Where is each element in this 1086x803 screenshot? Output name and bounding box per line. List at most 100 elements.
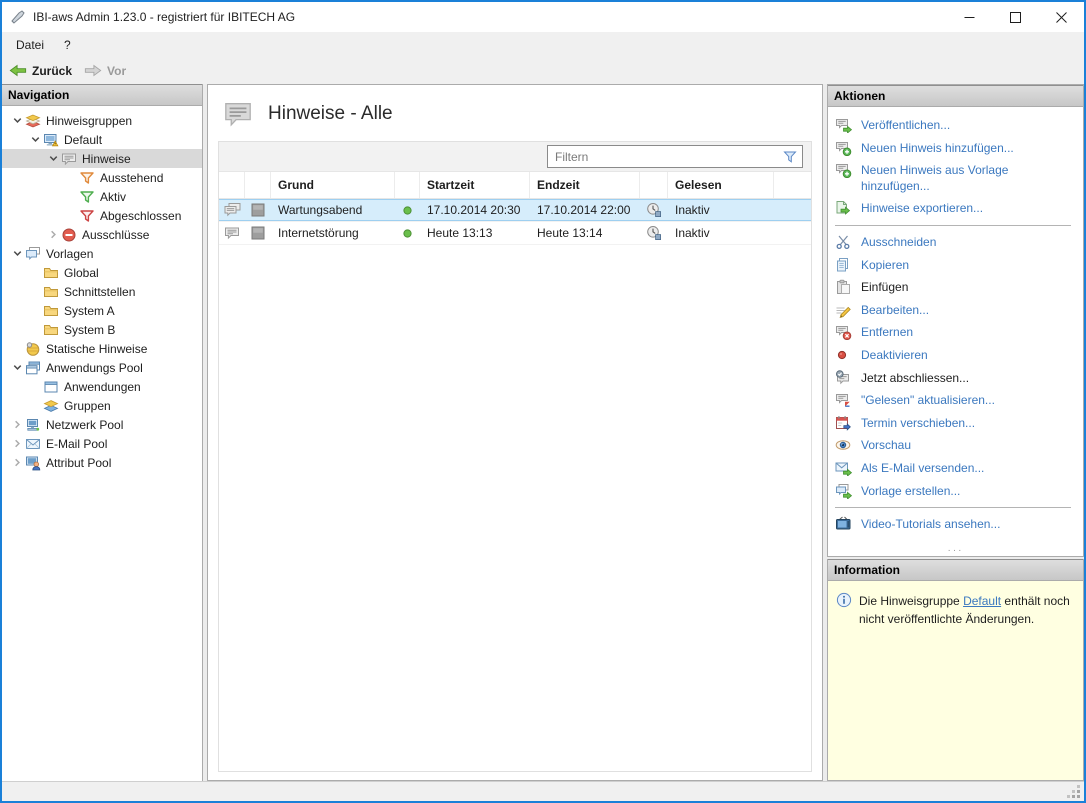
- export-icon: [835, 200, 852, 216]
- cell-startzeit: Heute 13:13: [427, 226, 493, 240]
- back-button[interactable]: Zurück: [9, 63, 72, 78]
- sidebar-item-system-a[interactable]: System A: [2, 301, 202, 320]
- action-jetzt-abschliessen[interactable]: Jetzt abschliessen...: [835, 367, 1079, 390]
- column-header-gelesen[interactable]: Gelesen: [668, 172, 774, 198]
- chevron-right-icon[interactable]: [10, 417, 25, 432]
- default-group-link[interactable]: Default: [963, 594, 1001, 608]
- cell-endzeit: 17.10.2014 22:00: [537, 203, 631, 217]
- speech-bubble-icon: [219, 222, 245, 244]
- sidebar-item-system-b[interactable]: System B: [2, 320, 202, 339]
- sidebar-item-abgeschlossen[interactable]: Abgeschlossen: [2, 206, 202, 225]
- menu-help[interactable]: ?: [54, 35, 81, 55]
- forward-button[interactable]: Vor: [84, 63, 126, 78]
- table-row[interactable]: Wartungsabend 17.10.2014 20:30 17.10.201…: [219, 199, 811, 222]
- action-neuen-hinweis[interactable]: Neuen Hinweis hinzufügen...: [835, 137, 1079, 160]
- back-arrow-icon: [9, 63, 27, 78]
- chevron-down-icon[interactable]: [28, 132, 43, 147]
- chevron-down-icon[interactable]: [10, 113, 25, 128]
- sidebar-item-email-pool[interactable]: E-Mail Pool: [2, 434, 202, 453]
- right-column: Aktionen Veröffentlichen... Neuen Hinwei…: [827, 84, 1084, 781]
- sidebar-item-schnittstellen[interactable]: Schnittstellen: [2, 282, 202, 301]
- chevron-right-icon[interactable]: [46, 227, 61, 242]
- add-hint-icon: [835, 162, 852, 179]
- action-kopieren[interactable]: Kopieren: [835, 254, 1079, 277]
- chevron-placeholder: [28, 322, 43, 337]
- sidebar-item-aktiv[interactable]: Aktiv: [2, 187, 202, 206]
- action-hinweis-aus-vorlage[interactable]: Neuen Hinweis aus Vorlage hinzufügen...: [835, 159, 1079, 197]
- action-label: Bearbeiten...: [861, 302, 930, 317]
- column-header-startzeit[interactable]: Startzeit: [420, 172, 530, 198]
- filter-input[interactable]: [548, 149, 782, 164]
- menu-bar: Datei ?: [2, 32, 1084, 57]
- chevron-down-icon[interactable]: [10, 360, 25, 375]
- tree-item-label: Ausstehend: [100, 170, 164, 185]
- column-header-grund[interactable]: Grund: [271, 172, 395, 198]
- chevron-down-icon[interactable]: [46, 151, 61, 166]
- sidebar-item-anwendungs-pool[interactable]: Anwendungs Pool: [2, 358, 202, 377]
- cell-filler: [774, 222, 811, 244]
- action-einfuegen[interactable]: Einfügen: [835, 276, 1079, 299]
- info-text-before: Die Hinweisgruppe: [859, 594, 964, 608]
- column-header-filler[interactable]: [774, 172, 811, 198]
- action-entfernen[interactable]: Entfernen: [835, 321, 1079, 344]
- tree-item-label: Schnittstellen: [64, 284, 136, 299]
- action-label: Als E-Mail versenden...: [861, 460, 985, 475]
- column-header-status[interactable]: [395, 172, 420, 198]
- chevron-placeholder: [28, 265, 43, 280]
- sidebar-item-gruppen[interactable]: Gruppen: [2, 396, 202, 415]
- maximize-button[interactable]: [992, 2, 1038, 32]
- action-veroeffentlichen[interactable]: Veröffentlichen...: [835, 114, 1079, 137]
- tree-item-label: System A: [64, 303, 115, 318]
- sidebar-item-ausschluesse[interactable]: Ausschlüsse: [2, 225, 202, 244]
- action-gelesen-aktualisieren[interactable]: "Gelesen" aktualisieren...: [835, 389, 1079, 412]
- sidebar-item-ausstehend[interactable]: Ausstehend: [2, 168, 202, 187]
- chevron-placeholder: [64, 170, 79, 185]
- table-header-row: Grund Startzeit Endzeit Gelesen: [219, 172, 811, 199]
- action-video-tutorials[interactable]: Video-Tutorials ansehen...: [835, 513, 1079, 536]
- resize-grip[interactable]: [1067, 785, 1081, 799]
- action-vorlage-erstellen[interactable]: Vorlage erstellen...: [835, 480, 1079, 503]
- sidebar-item-hinweisgruppen[interactable]: Hinweisgruppen: [2, 111, 202, 130]
- action-label: "Gelesen" aktualisieren...: [861, 393, 995, 408]
- sidebar-item-vorlagen[interactable]: Vorlagen: [2, 244, 202, 263]
- chevron-right-icon[interactable]: [10, 455, 25, 470]
- action-als-email-versenden[interactable]: Als E-Mail versenden...: [835, 457, 1079, 480]
- information-text: Die Hinweisgruppe Default enthält noch n…: [859, 592, 1075, 628]
- group-stack-icon: [25, 113, 42, 129]
- cell-startzeit: 17.10.2014 20:30: [427, 203, 521, 217]
- action-label: Einfügen: [861, 280, 909, 295]
- action-hinweise-exportieren[interactable]: Hinweise exportieren...: [835, 197, 1079, 220]
- funnel-icon[interactable]: [782, 149, 798, 165]
- sidebar-item-attribut-pool[interactable]: Attribut Pool: [2, 453, 202, 472]
- actions-separator: [835, 224, 1071, 226]
- panel-splitter-handle[interactable]: ···: [828, 545, 1083, 556]
- action-label: Entfernen: [861, 325, 914, 340]
- sidebar-item-netzwerk-pool[interactable]: Netzwerk Pool: [2, 415, 202, 434]
- chevron-down-icon[interactable]: [10, 246, 25, 261]
- column-header-gelesen-icon[interactable]: [640, 172, 668, 198]
- sidebar-item-default[interactable]: Default: [2, 130, 202, 149]
- sidebar-item-anwendungen[interactable]: Anwendungen: [2, 377, 202, 396]
- menu-datei[interactable]: Datei: [6, 35, 54, 55]
- close-button[interactable]: [1038, 2, 1084, 32]
- sidebar-item-hinweise[interactable]: Hinweise: [2, 149, 202, 168]
- funnel-green-icon: [79, 189, 96, 205]
- create-template-icon: [835, 483, 852, 499]
- chevron-right-icon[interactable]: [10, 436, 25, 451]
- table-row[interactable]: Internetstörung Heute 13:13 Heute 13:14 …: [219, 222, 811, 245]
- title-bar[interactable]: IBI-aws Admin 1.23.0 - registriert für I…: [2, 2, 1084, 32]
- column-header-box[interactable]: [245, 172, 271, 198]
- column-header-type[interactable]: [219, 172, 245, 198]
- action-ausschneiden[interactable]: Ausschneiden: [835, 231, 1079, 254]
- actions-separator: [835, 507, 1071, 509]
- action-deaktivieren[interactable]: Deaktivieren: [835, 344, 1079, 367]
- column-header-endzeit[interactable]: Endzeit: [530, 172, 640, 198]
- action-vorschau[interactable]: Vorschau: [835, 434, 1079, 457]
- action-bearbeiten[interactable]: Bearbeiten...: [835, 299, 1079, 322]
- minimize-button[interactable]: [946, 2, 992, 32]
- sidebar-item-statische-hinweise[interactable]: Statische Hinweise: [2, 339, 202, 358]
- tree-item-label: Aktiv: [100, 189, 127, 204]
- action-termin-verschieben[interactable]: Termin verschieben...: [835, 412, 1079, 435]
- filter-field[interactable]: [547, 145, 803, 168]
- sidebar-item-global[interactable]: Global: [2, 263, 202, 282]
